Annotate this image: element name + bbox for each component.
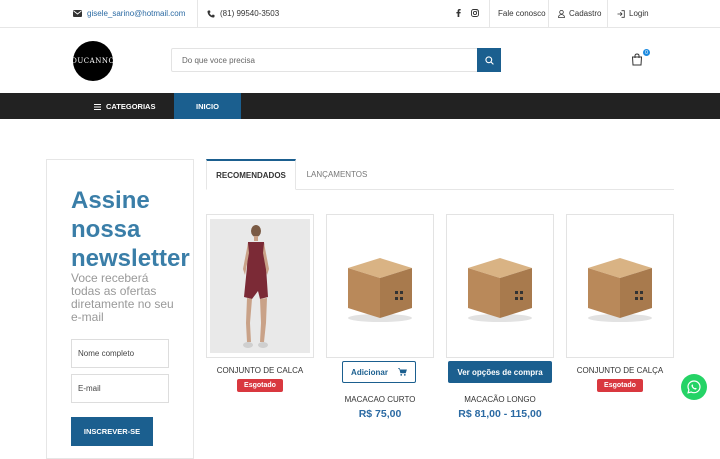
product-card[interactable]: CONJUNTO DE CALCA Esgotado xyxy=(206,214,314,392)
product-price: R$ 75,00 xyxy=(358,408,402,420)
product-image[interactable] xyxy=(566,214,674,358)
cart-count-badge: 0 xyxy=(643,49,650,56)
options-button-label: Ver opções de compra xyxy=(457,367,543,377)
search-input[interactable] xyxy=(172,49,477,71)
search-bar xyxy=(171,48,501,72)
subscribe-button[interactable]: INSCREVER-SE xyxy=(71,417,153,446)
divider xyxy=(197,0,198,28)
product-name[interactable]: CONJUNTO DE CALÇA xyxy=(566,366,674,375)
product-tabs: RECOMENDADOS LANÇAMENTOS xyxy=(206,159,674,190)
facebook-icon[interactable] xyxy=(456,9,461,17)
login-link-label: Login xyxy=(629,9,649,18)
tab-recommended[interactable]: RECOMENDADOS xyxy=(206,159,296,190)
phone-text: (81) 99540-3503 xyxy=(220,9,280,18)
user-icon xyxy=(558,9,565,18)
product-image[interactable] xyxy=(206,214,314,358)
contact-email[interactable]: gisele_sarino@hotmail.com xyxy=(73,9,185,18)
login-link[interactable]: Login xyxy=(617,9,649,18)
product-name[interactable]: CONJUNTO DE CALCA xyxy=(206,366,314,375)
add-to-cart-button[interactable]: Adicionar xyxy=(342,361,416,383)
site-header: DUCANNO 0 xyxy=(0,28,720,93)
product-name[interactable]: MACACÃO LONGO xyxy=(446,395,554,404)
email-field[interactable]: E-mail xyxy=(71,374,169,403)
sold-out-badge: Esgotado xyxy=(237,379,283,392)
name-field-placeholder: Nome completo xyxy=(78,349,135,358)
categories-menu[interactable]: CATEGORIAS xyxy=(94,102,155,111)
categories-label: CATEGORIAS xyxy=(106,102,156,111)
contact-link[interactable]: Fale conosco xyxy=(498,9,546,18)
divider xyxy=(607,0,608,28)
divider xyxy=(489,0,490,28)
menu-icon xyxy=(94,103,101,110)
email-text: gisele_sarino@hotmail.com xyxy=(87,9,186,18)
home-label: INICIO xyxy=(196,101,219,111)
product-image[interactable] xyxy=(446,214,554,358)
contact-phone: (81) 99540-3503 xyxy=(207,9,279,18)
cart-icon xyxy=(397,368,407,376)
sign-in-icon xyxy=(617,9,625,18)
product-card[interactable]: CONJUNTO DE CALÇA Esgotado xyxy=(566,214,674,392)
shopping-bag-icon xyxy=(631,53,643,66)
box-placeholder xyxy=(348,258,412,322)
envelope-icon xyxy=(73,10,82,17)
box-placeholder xyxy=(468,258,532,322)
nav-home[interactable]: INICIO xyxy=(174,93,241,119)
product-name[interactable]: MACACAO CURTO xyxy=(326,395,434,404)
tab-label: LANÇAMENTOS xyxy=(306,170,368,179)
newsletter-title: Assine nossa newsletter xyxy=(71,187,190,272)
product-image[interactable] xyxy=(326,214,434,358)
social-links xyxy=(456,9,479,17)
add-button-label: Adicionar xyxy=(351,367,388,377)
main-nav: CATEGORIAS INICIO xyxy=(0,93,720,119)
top-bar: gisele_sarino@hotmail.com (81) 99540-350… xyxy=(0,0,720,28)
newsletter-subtitle: Voce receberá todas as ofertas diretamen… xyxy=(71,271,174,324)
tab-label: RECOMENDADOS xyxy=(216,170,286,180)
sold-out-badge: Esgotado xyxy=(597,379,643,392)
newsletter-box: Assine nossa newsletter Voce receberá to… xyxy=(46,159,194,459)
product-card[interactable]: Adicionar MACACAO CURTO R$ 75,00 xyxy=(326,214,434,420)
buy-options-button[interactable]: Ver opções de compra xyxy=(448,361,552,383)
box-placeholder xyxy=(588,258,652,322)
register-link[interactable]: Cadastro xyxy=(558,9,601,18)
product-price: R$ 81,00 - 115,00 xyxy=(458,408,542,420)
store-logo[interactable]: DUCANNO xyxy=(71,41,115,81)
contact-link-label: Fale conosco xyxy=(498,9,546,18)
divider xyxy=(548,0,549,28)
register-link-label: Cadastro xyxy=(569,9,602,18)
name-field[interactable]: Nome completo xyxy=(71,339,169,368)
search-icon xyxy=(484,55,494,65)
tab-new-releases[interactable]: LANÇAMENTOS xyxy=(306,159,368,190)
instagram-icon[interactable] xyxy=(471,9,479,17)
phone-icon xyxy=(207,10,215,17)
model-photo xyxy=(210,219,310,353)
subscribe-label: INSCREVER-SE xyxy=(83,427,141,436)
product-card[interactable]: Ver opções de compra MACACÃO LONGO R$ 81… xyxy=(446,214,554,420)
whatsapp-icon xyxy=(687,380,701,394)
cart-button[interactable]: 0 xyxy=(631,49,650,67)
search-button[interactable] xyxy=(477,48,501,72)
logo-text: DUCANNO xyxy=(71,57,115,65)
whatsapp-button[interactable] xyxy=(681,374,707,400)
email-field-placeholder: E-mail xyxy=(78,384,101,393)
